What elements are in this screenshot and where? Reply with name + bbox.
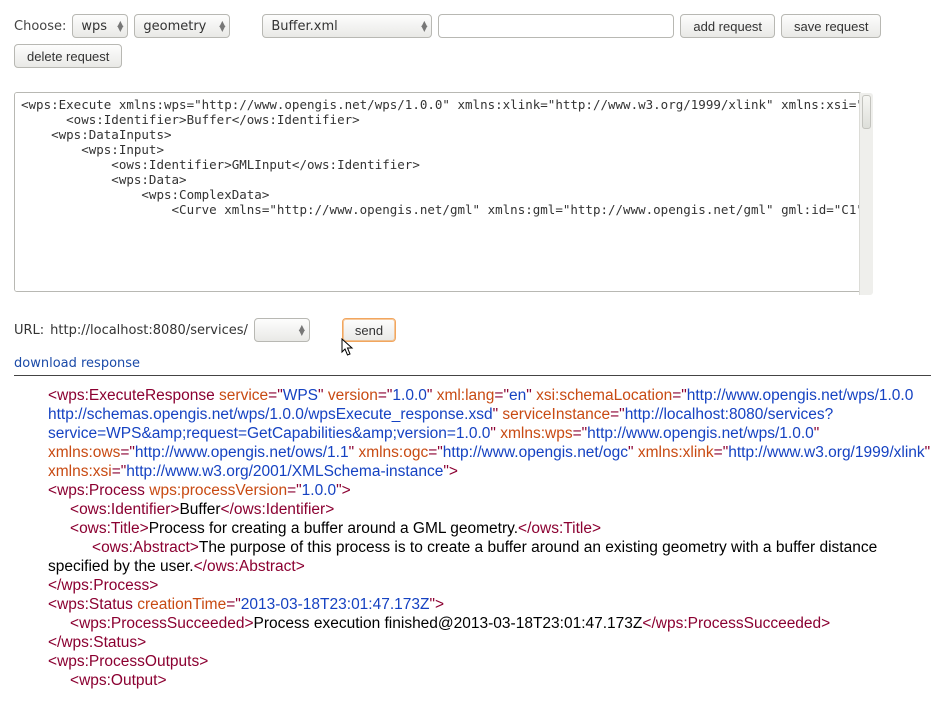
- xml-status-close: </wps:Status>: [26, 633, 931, 652]
- request-file-select[interactable]: Buffer.xml ▲▼: [262, 14, 432, 38]
- xml-output-open: <wps:Output>: [26, 671, 931, 690]
- url-value: http://localhost:8080/services/: [50, 323, 248, 338]
- choose-label: Choose:: [14, 19, 66, 34]
- spinner-icon: ▲▼: [219, 21, 225, 31]
- xml-status-open: <wps:Status creationTime="2013-03-18T23:…: [26, 595, 931, 614]
- xml-process-succeeded: <wps:ProcessSucceeded>Process execution …: [26, 614, 931, 633]
- request-body-container: [14, 92, 874, 296]
- xml-abstract: <ows:Abstract>The purpose of this proces…: [26, 538, 931, 576]
- spinner-icon: ▲▼: [421, 21, 427, 31]
- xml-process-close: </wps:Process>: [26, 576, 931, 595]
- scrollbar-thumb[interactable]: [862, 95, 871, 129]
- service-select-value: wps: [81, 19, 107, 34]
- toolbar-row-1: Choose: wps ▲▼ geometry ▲▼ Buffer.xml ▲▼…: [14, 14, 931, 38]
- xml-root: <wps:ExecuteResponse service="WPS" versi…: [26, 386, 931, 481]
- response-xml-view: <wps:ExecuteResponse service="WPS" versi…: [14, 386, 931, 690]
- request-name-input[interactable]: [438, 14, 674, 38]
- toolbar-row-2: delete request: [14, 44, 931, 68]
- xml-identifier: <ows:Identifier>Buffer</ows:Identifier>: [26, 500, 931, 519]
- spinner-icon: ▲▼: [117, 21, 123, 31]
- operation-select[interactable]: geometry ▲▼: [134, 14, 230, 38]
- endpoint-select[interactable]: ▲▼: [254, 318, 310, 342]
- xml-title: <ows:Title>Process for creating a buffer…: [26, 519, 931, 538]
- delete-request-button[interactable]: delete request: [14, 44, 122, 68]
- spinner-icon: ▲▼: [299, 325, 305, 335]
- download-response-link[interactable]: download response: [14, 356, 140, 371]
- add-request-button[interactable]: add request: [680, 14, 775, 38]
- xml-outputs-open: <wps:ProcessOutputs>: [26, 652, 931, 671]
- xml-process-open: <wps:Process wps:processVersion="1.0.0">: [26, 481, 931, 500]
- service-select[interactable]: wps ▲▼: [72, 14, 128, 38]
- url-row: URL: http://localhost:8080/services/ ▲▼ …: [14, 318, 931, 342]
- url-label: URL:: [14, 323, 44, 338]
- save-request-button[interactable]: save request: [781, 14, 881, 38]
- request-body-textarea[interactable]: [14, 92, 862, 292]
- request-file-value: Buffer.xml: [271, 19, 337, 34]
- operation-select-value: geometry: [143, 19, 206, 34]
- separator: [14, 375, 931, 376]
- send-button[interactable]: send: [342, 318, 396, 342]
